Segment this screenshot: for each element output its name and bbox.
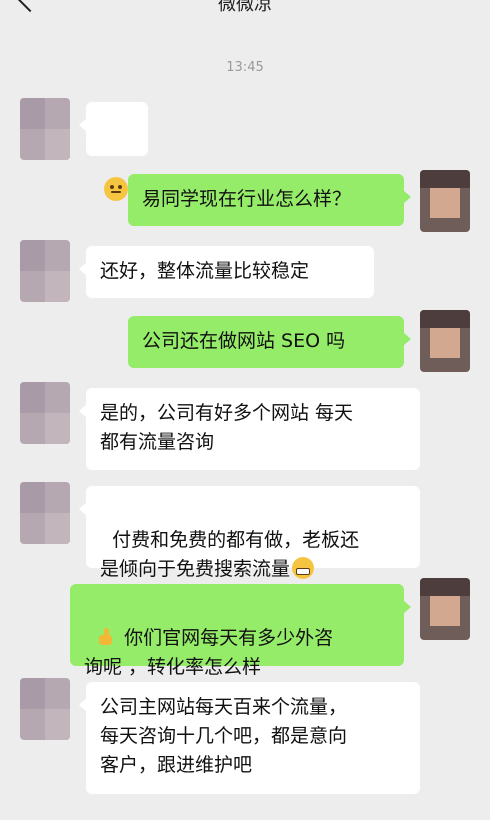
message-bubble-outgoing[interactable]: 公司还在做网站 SEO 吗 [128,316,411,368]
chat-title: 微微凉 [218,0,272,15]
message-bubble-outgoing[interactable]: 你们官网每天有多少外咨 询呢 ，转化率怎么样 [70,584,411,678]
grinning-face-icon [292,557,315,579]
contact-avatar[interactable] [20,98,70,160]
message-bubble-incoming[interactable]: 是的，公司有好多个网站 每天 都有流量咨询 [79,388,420,470]
my-avatar[interactable] [420,310,470,372]
more-options-icon[interactable]: ··· [437,0,464,11]
my-avatar[interactable] [420,170,470,232]
contact-avatar[interactable] [20,678,70,740]
contact-avatar[interactable] [20,482,70,544]
thumbs-up-icon [96,628,114,646]
contact-avatar[interactable] [20,382,70,444]
message-timestamp: 13:45 [226,60,264,75]
message-bubble-outgoing[interactable]: 易同学现在行业怎么样？ [128,174,411,226]
slightly-smiling-face-icon [104,176,128,201]
my-avatar[interactable] [420,578,470,640]
chat-header: 微微凉 ··· [0,0,490,20]
message-bubble-incoming[interactable]: 公司主网站每天百来个流量， 每天咨询十几个吧，都是意向 客户，跟进维护吧 [79,682,420,794]
message-text: 付费和免费的都有做，老板还 是倾向于免费搜索流量 [100,529,360,580]
message-bubble-incoming[interactable]: 付费和免费的都有做，老板还 是倾向于免费搜索流量 [79,486,420,580]
message-bubble-incoming[interactable] [79,102,148,201]
message-bubble-incoming[interactable]: 还好，整体流量比较稳定 [79,246,374,298]
message-text: 你们官网每天有多少外咨 询呢 ，转化率怎么样 [84,627,334,678]
contact-avatar[interactable] [20,240,70,302]
